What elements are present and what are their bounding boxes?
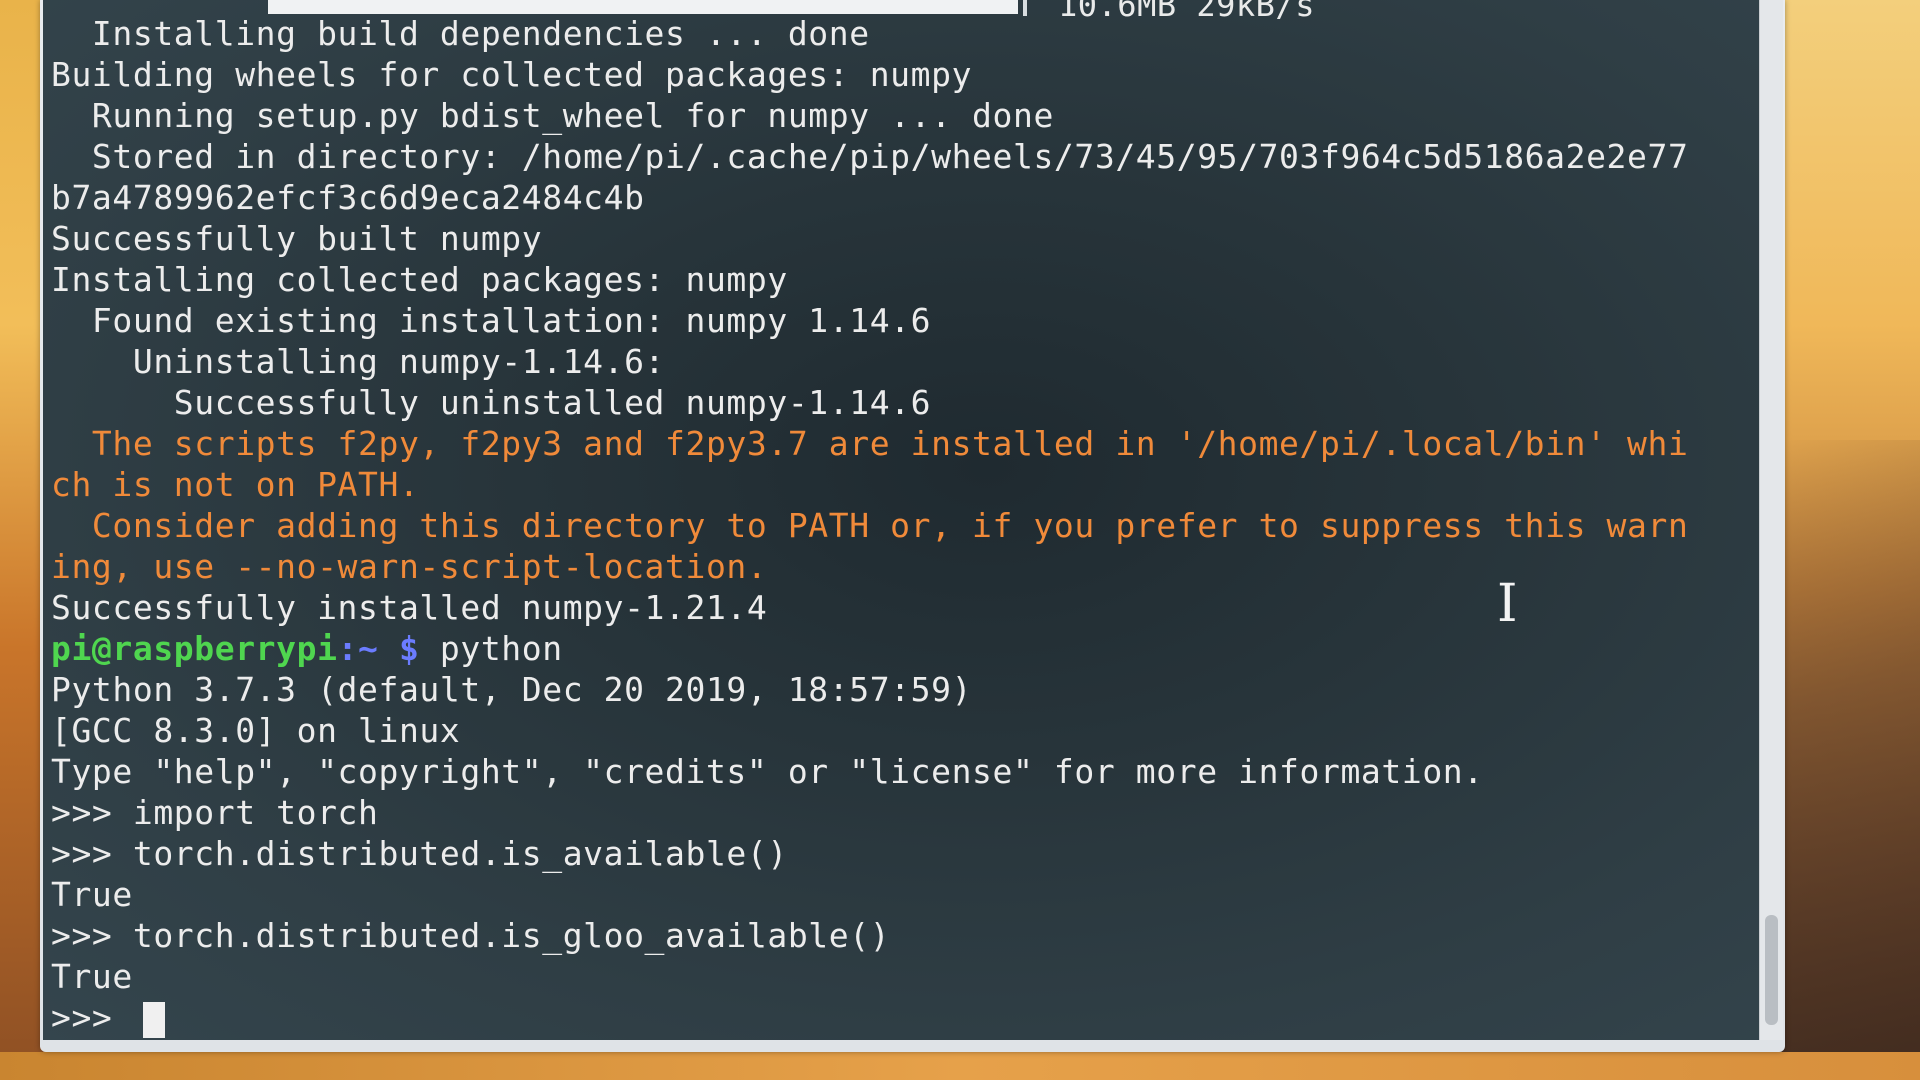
python-output-line: [GCC 8.3.0] on linux — [51, 711, 461, 750]
python-output-line: True — [51, 957, 133, 996]
terminal-line: Found existing installation: numpy 1.14.… — [51, 301, 932, 340]
prompt-command: python — [419, 629, 563, 668]
shell-prompt-line: pi@raspberrypi:~ $ python — [51, 629, 563, 669]
terminal-line: Successfully installed numpy-1.21.4 — [51, 588, 768, 627]
terminal-line: Building wheels for collected packages: … — [51, 55, 973, 94]
python-output-line: Python 3.7.3 (default, Dec 20 2019, 18:5… — [51, 670, 973, 709]
terminal-scrollbar[interactable] — [1759, 0, 1783, 1040]
terminal-output-area[interactable]: 10.6MB 29kB/s Installing build dependenc… — [43, 0, 1759, 1040]
python-output-line: True — [51, 875, 133, 914]
pip-warning-line: ing, use --no-warn-script-location. — [51, 547, 768, 586]
terminal-line: Installing collected packages: numpy — [51, 260, 788, 299]
desktop-bottom-edge — [0, 1052, 1920, 1080]
terminal-window: 10.6MB 29kB/s Installing build dependenc… — [40, 0, 1785, 1052]
terminal-line: Installing build dependencies ... done — [51, 14, 870, 53]
python-input-line: >>> import torch — [51, 793, 379, 832]
terminal-line: Successfully uninstalled numpy-1.14.6 — [51, 383, 932, 422]
scrollbar-thumb[interactable] — [1765, 915, 1778, 1025]
prompt-path: :~ $ — [337, 629, 420, 668]
python-input-line: >>> torch.distributed.is_available() — [51, 834, 788, 873]
download-progress-stat: 10.6MB 29kB/s — [1058, 0, 1315, 24]
pip-warning-line: The scripts f2py, f2py3 and f2py3.7 are … — [51, 424, 1689, 463]
python-output-line: Type "help", "copyright", "credits" or "… — [51, 752, 1484, 791]
terminal-line: b7a4789962efcf3c6d9eca2484c4b — [51, 178, 645, 217]
terminal-line: Running setup.py bdist_wheel for numpy .… — [51, 96, 1054, 135]
python-prompt-line[interactable]: >>> — [51, 998, 165, 1038]
terminal-line: Stored in directory: /home/pi/.cache/pip… — [51, 137, 1689, 176]
pip-warning-line: Consider adding this directory to PATH o… — [51, 506, 1689, 545]
python-prompt: >>> — [51, 998, 133, 1037]
download-progress-bar — [268, 0, 1018, 14]
wallpaper-mountain — [1775, 440, 1920, 1080]
pip-warning-line: ch is not on PATH. — [51, 465, 420, 504]
prompt-user-host: pi@raspberrypi — [51, 629, 338, 668]
text-cursor — [142, 1001, 165, 1038]
python-input-line: >>> torch.distributed.is_gloo_available(… — [51, 916, 891, 955]
ibeam-cursor-icon: I — [1497, 574, 1518, 634]
terminal-line: Uninstalling numpy-1.14.6: — [51, 342, 666, 381]
terminal-line: Successfully built numpy — [51, 219, 543, 258]
progress-bar-end — [1023, 0, 1027, 16]
